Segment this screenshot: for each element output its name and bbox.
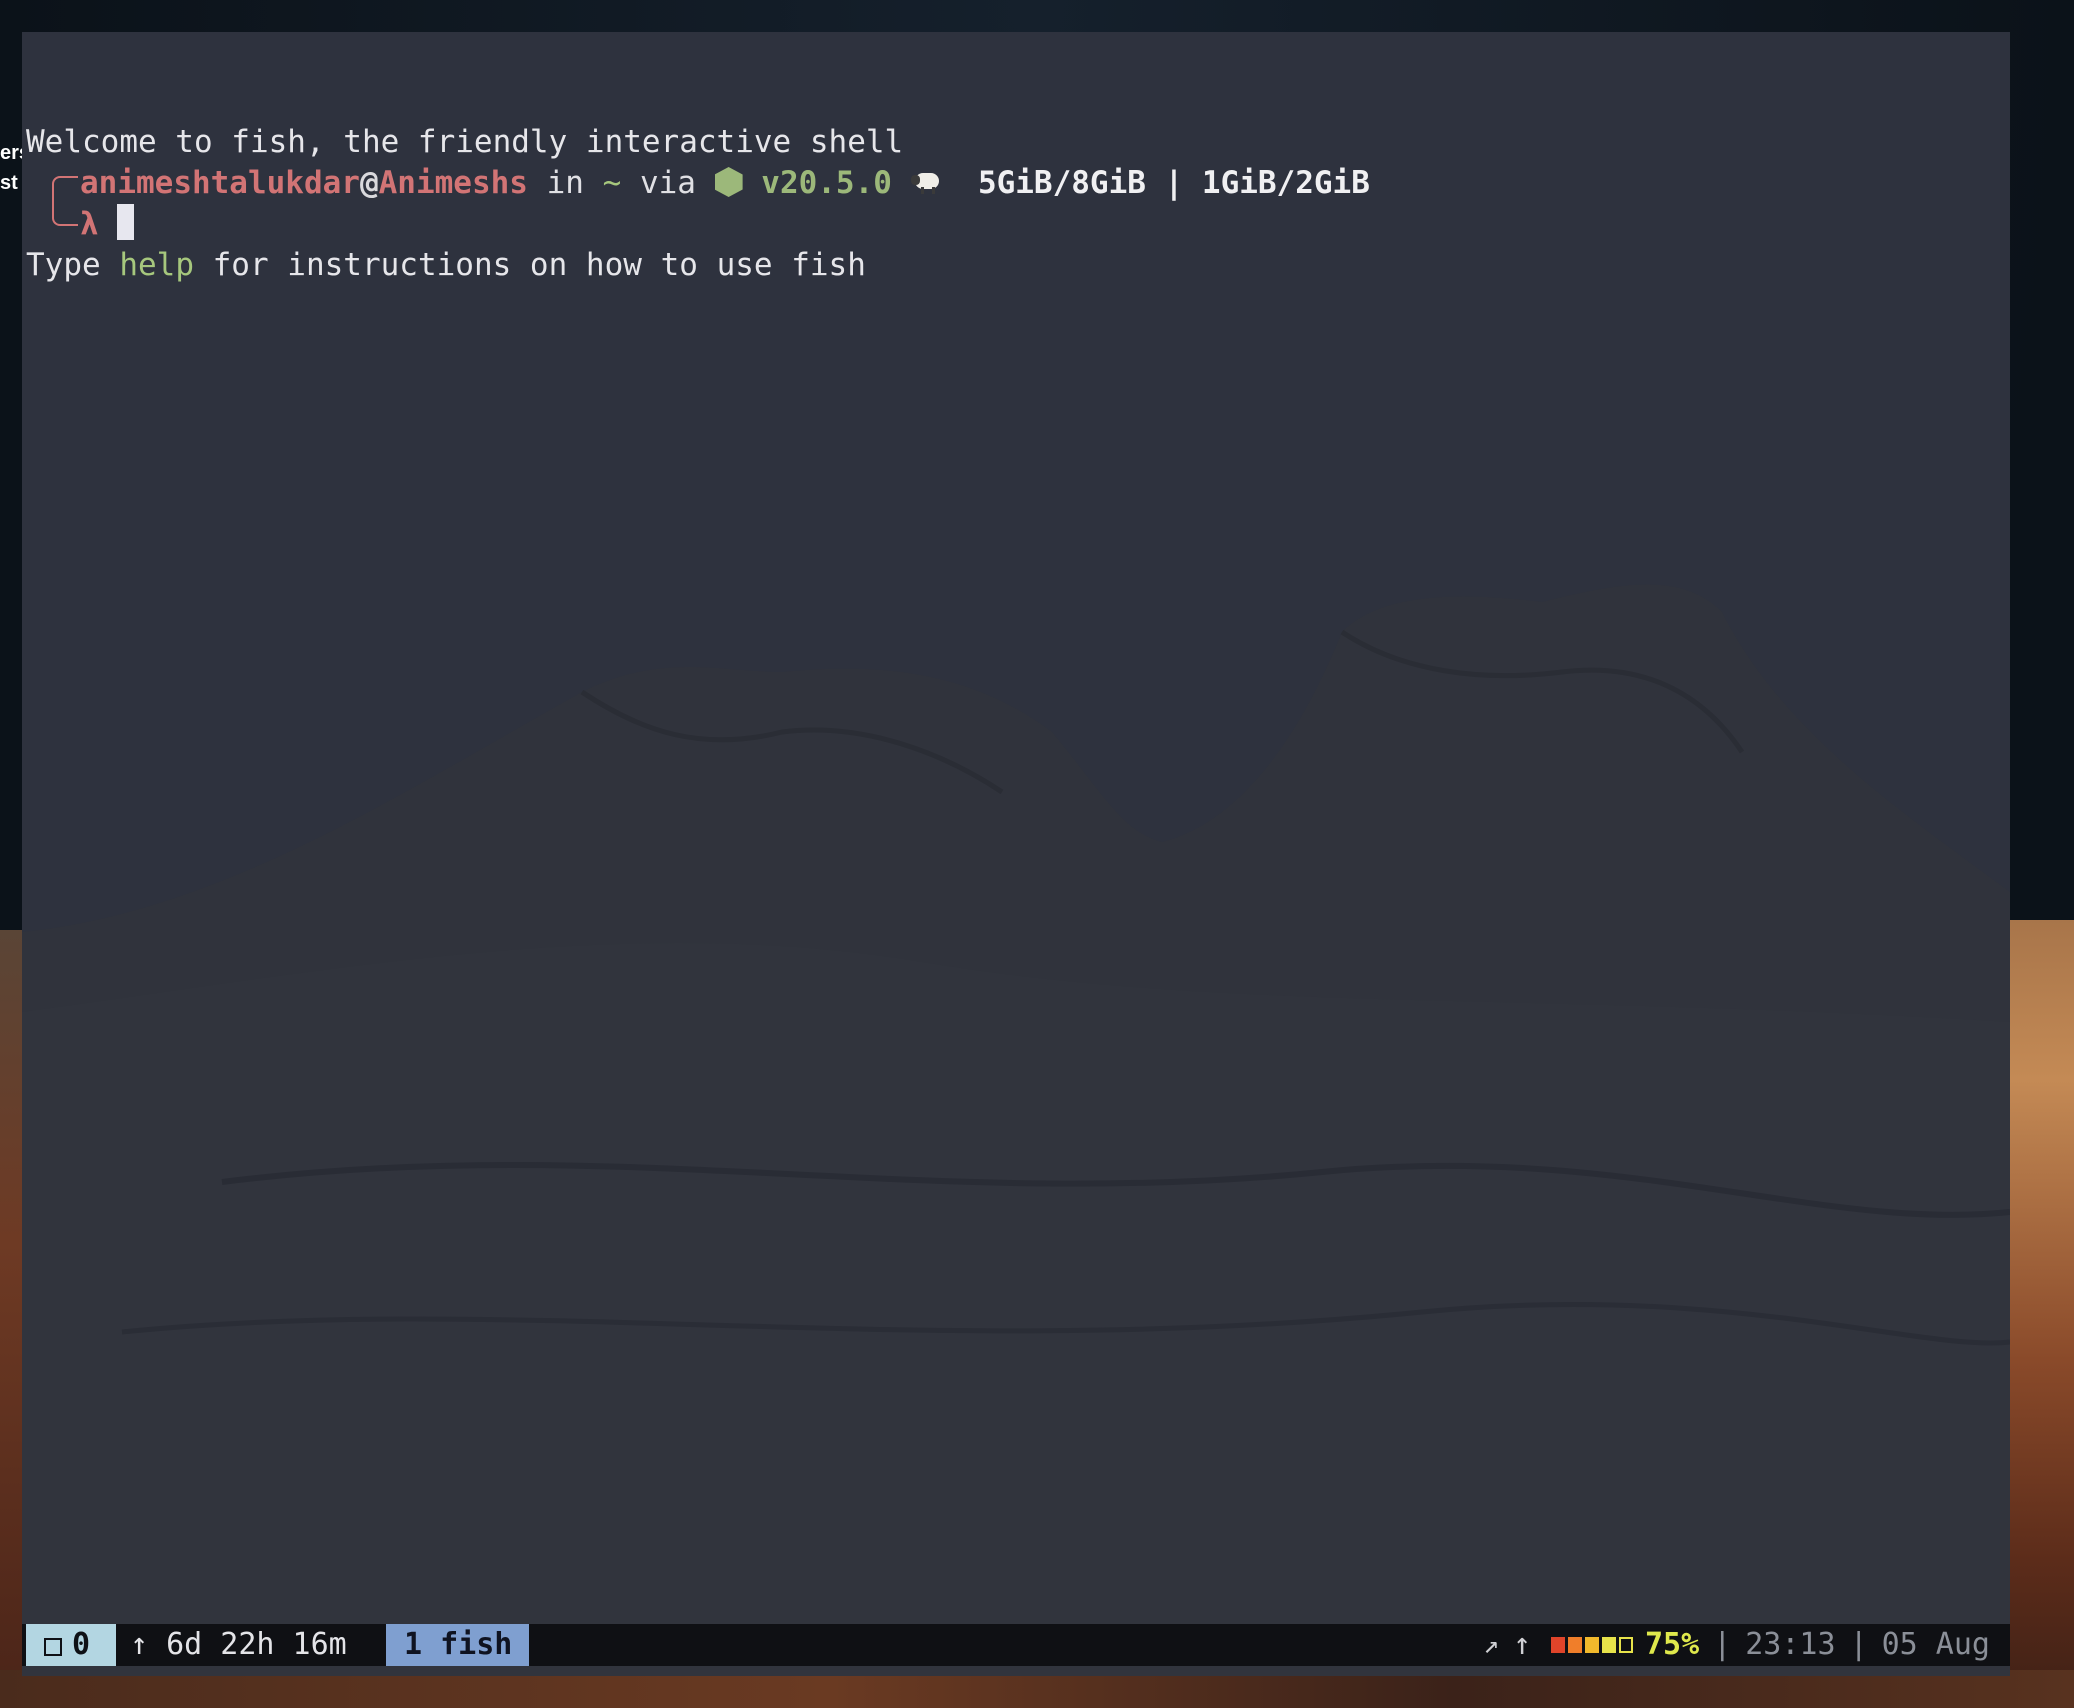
separator: | (1849, 1627, 1868, 1662)
node-version: v20.5.0 (761, 165, 892, 201)
prompt-via: via (621, 165, 715, 201)
session-index: 0 (72, 1627, 91, 1662)
terminal-output: Welcome to fish, the friendly interactiv… (26, 40, 2010, 491)
battery-bar-icon (1551, 1637, 1633, 1653)
clock-time: 23:13 (1745, 1627, 1836, 1662)
uptime-text: ↑ 6d 22h 16m (130, 1627, 347, 1662)
clock-date: 05 Aug (1881, 1627, 1990, 1662)
prompt-symbol: λ (80, 206, 99, 242)
welcome-line: Welcome to fish, the friendly interactiv… (26, 124, 904, 160)
window-tab-fish[interactable]: 1 fish (386, 1624, 529, 1666)
prompt-user: animeshtalukdar (80, 165, 360, 201)
wallpaper-rock-left (0, 930, 24, 1708)
up-arrow-icon: ↑ (1512, 1627, 1531, 1662)
node-hexagon-icon (714, 167, 743, 197)
help-line: Type help for instructions on how to use… (26, 245, 2010, 286)
input-line[interactable]: λ (80, 204, 135, 245)
prompt-bracket (52, 176, 78, 226)
memory-usage: 5GiB/8GiB | 1GiB/2GiB (977, 165, 1370, 201)
status-right: ↗ ↑ 75% | 23:13 | 05 Aug (1483, 1624, 1990, 1666)
prompt-dir: ~ (602, 165, 622, 201)
terminal-window[interactable]: Welcome to fish, the friendly interactiv… (22, 32, 2010, 1676)
separator: | (1713, 1627, 1732, 1662)
battery-percent: 75% (1645, 1627, 1700, 1662)
prompt-in: in (527, 165, 603, 201)
desktop-edge-text: st (0, 172, 18, 194)
square-icon (44, 1638, 62, 1656)
help-prefix: Type (26, 247, 120, 283)
uptime: ↑ 6d 22h 16m (116, 1624, 376, 1666)
window-label: 1 fish (404, 1627, 513, 1662)
help-command: help (119, 247, 194, 283)
session-indicator[interactable]: 0 (26, 1624, 116, 1666)
prompt-host: Animeshs (378, 165, 528, 201)
prompt-at: @ (359, 165, 379, 201)
sheep-icon (910, 171, 941, 195)
net-up-icon: ↗ (1483, 1630, 1499, 1660)
prompt-line: animeshtalukdar@Animeshs in ~ via v20.5.… (80, 163, 1370, 204)
tmux-status-bar: 0 ↑ 6d 22h 16m 1 fish ↗ ↑ 75% | 23:13 | … (22, 1624, 2010, 1666)
help-suffix: for instructions on how to use fish (193, 247, 866, 283)
text-cursor[interactable] (117, 204, 135, 240)
